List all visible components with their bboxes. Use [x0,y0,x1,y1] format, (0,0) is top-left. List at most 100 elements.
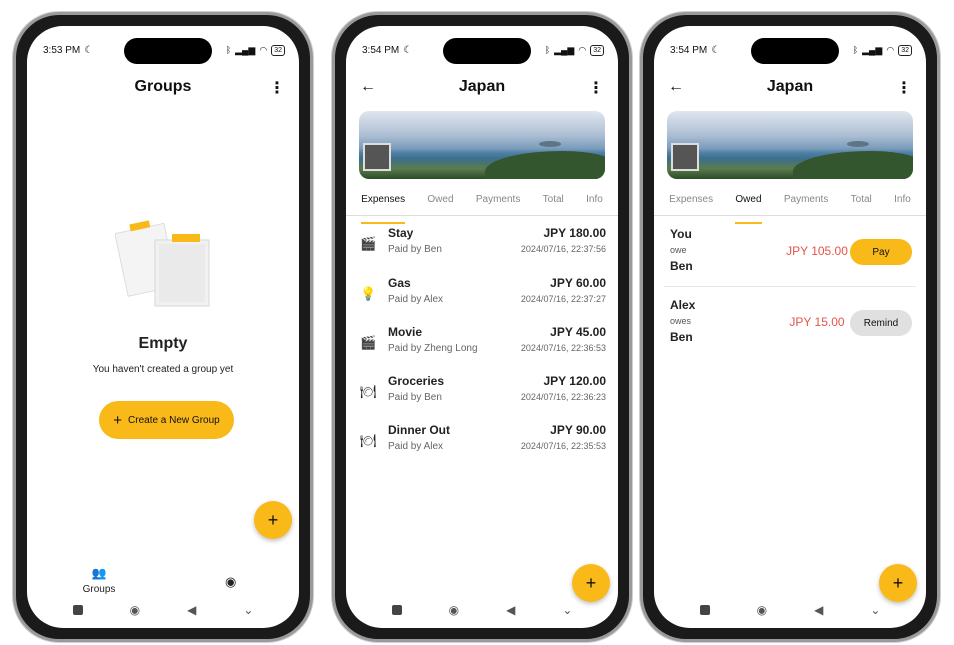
group-tabs: Expenses Owed Payments Total Info [654,192,926,224]
status-bar: 3:53 PM ☾ ᛒ ▂▄▆ ◠ 32 [43,42,285,58]
battery-icon: 32 [590,44,604,56]
group-icon: 👥 [91,566,107,580]
tab-expenses[interactable]: Expenses [361,192,405,224]
tab-owed[interactable]: Owed [735,192,762,224]
moon-icon: ☾ [84,44,94,56]
plus-icon: + [267,509,279,530]
remind-button[interactable]: Remind [850,310,912,336]
home-icon[interactable]: ◉ [130,603,140,617]
page-title: Japan [766,78,814,95]
recents-icon[interactable] [72,605,83,615]
home-icon[interactable]: ◉ [757,603,767,617]
system-nav-bar: ◉ ◀ ⌄ [654,600,926,620]
plus-icon: + [113,411,123,429]
food-icon: 🍽 [360,433,377,448]
battery-icon: 32 [271,44,285,56]
expense-amount: JPY 180.00 [543,226,606,240]
system-nav-bar: ◉ ◀ ⌄ [346,600,618,620]
more-vert-icon[interactable]: ⋮ [896,78,912,98]
expense-amount: JPY 60.00 [550,276,606,290]
more-vert-icon[interactable]: ⋮ [588,78,604,98]
plus-icon: + [585,572,597,593]
add-expense-fab[interactable]: + [572,564,610,602]
expense-payer: Paid by Ben [388,392,442,403]
create-group-button[interactable]: + Create a New Group [99,401,234,439]
group-cover-image [667,111,913,179]
wifi-icon: ◠ [886,44,895,55]
tab-expenses[interactable]: Expenses [669,192,713,215]
debtor-name: You [670,227,692,241]
header: Groups ⋮ [27,78,299,102]
home-icon[interactable]: ◉ [449,603,459,617]
add-fab-button[interactable]: + [254,501,292,539]
phone-owed: 3:54 PM ☾ ᛒ ▂▄▆ ◠ 32 ← Japan ⋮ Expenses Owed… [640,12,940,642]
owed-amount: JPY 15.00 [789,315,845,329]
expense-name: Stay [388,226,414,240]
battery-icon: 32 [898,44,912,56]
expense-date: 2024/07/16, 22:36:23 [520,392,606,402]
creditor-name: Ben [670,330,693,344]
lightbulb-icon: 💡 [360,286,377,301]
expense-payer: Paid by Alex [388,441,444,452]
creditor-name: Ben [670,259,693,273]
plus-icon: + [892,572,904,593]
expense-date: 2024/07/16, 22:37:56 [520,244,606,254]
expense-payer: Paid by Ben [388,244,442,255]
expense-row[interactable]: 🎬 Movie Paid by Zheng Long JPY 45.00 202… [346,325,618,365]
wifi-icon: ◠ [578,44,587,55]
owe-verb: owes [670,316,692,326]
bluetooth-icon: ᛒ [544,45,551,55]
expense-row[interactable]: 🍽 Dinner Out Paid by Alex JPY 90.00 2024… [346,423,618,463]
back-arrow-icon[interactable]: ← [360,78,376,96]
row-divider [664,286,916,287]
back-arrow-icon[interactable]: ← [668,78,684,96]
moon-icon: ☾ [711,44,721,56]
tab-groups[interactable]: 👥 Groups [77,566,121,595]
expense-date: 2024/07/16, 22:37:27 [520,294,606,304]
expense-row[interactable]: 🎬 Stay Paid by Ben JPY 180.00 2024/07/16… [346,226,618,266]
owed-screen: 3:54 PM ☾ ᛒ ▂▄▆ ◠ 32 ← Japan ⋮ Expenses Owed… [654,26,926,628]
more-vert-icon[interactable]: ⋮ [269,78,285,98]
page-title: Japan [458,78,506,95]
expense-name: Movie [388,325,423,339]
tab-total[interactable]: Total [851,192,872,215]
expense-name: Dinner Out [388,423,450,437]
expenses-screen: 3:54 PM ☾ ᛒ ▂▄▆ ◠ 32 ← Japan ⋮ Expenses Owed… [346,26,618,628]
debtor-name: Alex [670,298,696,312]
header: ← Japan ⋮ [654,78,926,102]
add-expense-fab[interactable]: + [879,564,917,602]
tab-payments[interactable]: Payments [784,192,828,215]
expense-date: 2024/07/16, 22:35:53 [520,441,606,451]
moon-icon: ☾ [403,44,413,56]
bluetooth-icon: ᛒ [225,45,232,55]
recents-icon[interactable] [391,605,402,615]
tab-groups-label: Groups [82,584,116,595]
keyboard-hide-icon[interactable]: ⌄ [870,603,880,617]
expense-date: 2024/07/16, 22:36:53 [520,343,606,353]
signal-icon: ▂▄▆ [554,44,575,55]
clapperboard-icon: 🎬 [360,236,377,251]
empty-clipboard-illustration [115,220,210,307]
tab-info[interactable]: Info [586,192,603,215]
back-icon[interactable]: ◀ [187,603,196,617]
groups-screen: 3:53 PM ☾ ᛒ ▂▄▆ ◠ 32 Groups ⋮ Empty You have… [27,26,299,628]
expense-row[interactable]: 💡 Gas Paid by Alex JPY 60.00 2024/07/16,… [346,276,618,316]
expense-row[interactable]: 🍽 Groceries Paid by Ben JPY 120.00 2024/… [346,374,618,414]
status-bar: 3:54 PM ☾ ᛒ ▂▄▆ ◠ 32 [670,42,912,58]
expense-name: Groceries [388,374,445,388]
tab-payments[interactable]: Payments [476,192,520,215]
tab-info[interactable]: Info [894,192,911,215]
back-icon[interactable]: ◀ [506,603,515,617]
signal-icon: ▂▄▆ [235,44,256,55]
keyboard-hide-icon[interactable]: ⌄ [562,603,572,617]
tab-total[interactable]: Total [543,192,564,215]
recents-icon[interactable] [699,605,710,615]
tab-owed[interactable]: Owed [427,192,453,215]
bluetooth-icon: ᛒ [852,45,859,55]
back-icon[interactable]: ◀ [814,603,823,617]
pay-button[interactable]: Pay [850,239,912,265]
food-icon: 🍽 [360,384,377,399]
profile-icon[interactable]: ◉ [225,574,236,590]
keyboard-hide-icon[interactable]: ⌄ [243,603,253,617]
owed-row: You owe Ben JPY 105.00 Pay [654,227,926,285]
